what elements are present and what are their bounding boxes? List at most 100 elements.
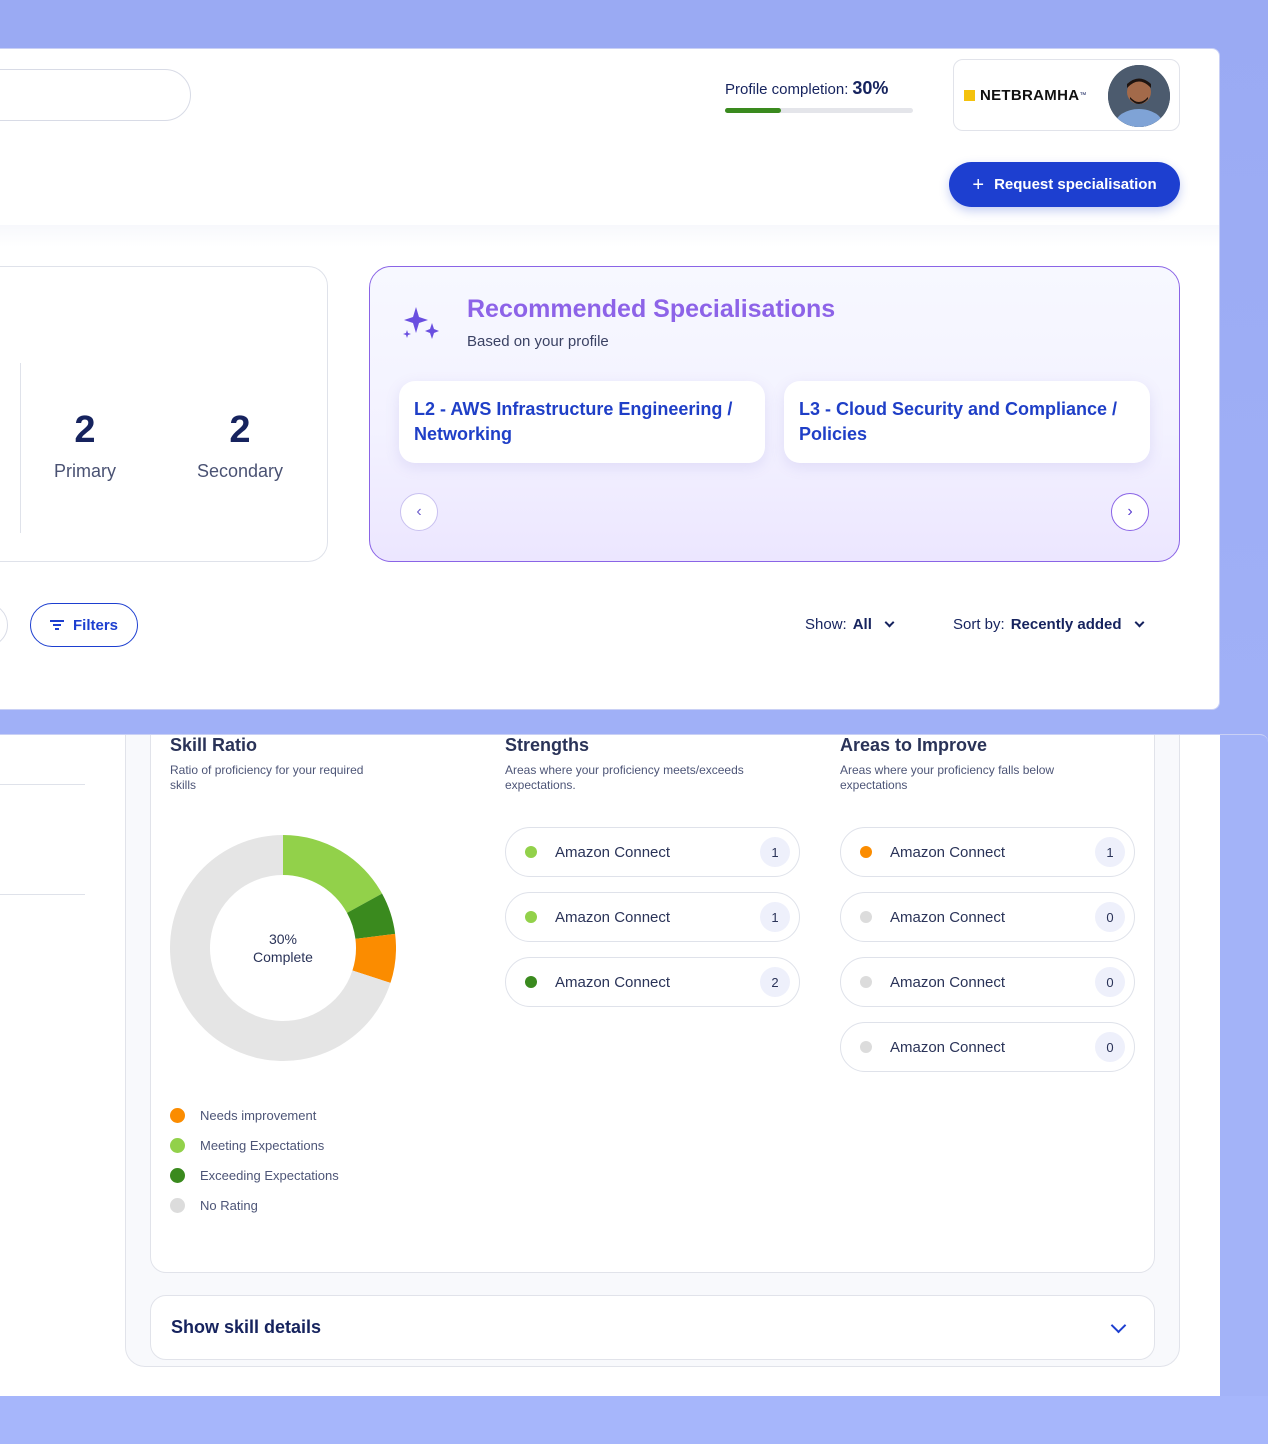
- chevron-right-icon: ›: [1127, 503, 1133, 520]
- filters-label: Filters: [72, 616, 118, 634]
- sort-value: Recently added: [1010, 616, 1122, 633]
- avatar[interactable]: [1108, 65, 1170, 127]
- legend-label: No Rating: [200, 1197, 258, 1213]
- donut-center: 30% Complete: [170, 835, 396, 1061]
- stats-divider: [20, 363, 21, 533]
- legend-label: Exceeding Expectations: [200, 1167, 339, 1183]
- right-gutter: [1220, 735, 1268, 1396]
- recommendation-card[interactable]: L2 - AWS Infrastructure Engineering / Ne…: [399, 381, 765, 463]
- skill-name: Amazon Connect: [890, 908, 1006, 926]
- skill-name: Amazon Connect: [890, 1038, 1006, 1056]
- chevron-left-icon: ‹: [416, 503, 422, 520]
- show-dropdown[interactable]: Show: All: [805, 616, 895, 633]
- profile-completion: Profile completion: 30%: [725, 78, 913, 113]
- skill-name: Amazon Connect: [555, 843, 671, 861]
- legend-label: Meeting Expectations: [200, 1137, 325, 1153]
- strengths-title: Strengths: [505, 735, 590, 755]
- profile-completion-value: 30%: [852, 78, 889, 98]
- status-dot: [860, 846, 872, 858]
- skill-ratio-donut: 30% Complete: [170, 835, 396, 1061]
- improve-subtitle: Areas where your proficiency falls below…: [840, 763, 1055, 792]
- account-card[interactable]: NETBRAMHA ™: [953, 59, 1180, 131]
- filter-icon: [49, 620, 64, 630]
- legend-item: Meeting Expectations: [170, 1130, 339, 1160]
- status-dot: [860, 911, 872, 923]
- skill-name: Amazon Connect: [555, 908, 671, 926]
- brand-tm: ™: [1079, 92, 1087, 99]
- skill-count-badge: 1: [760, 837, 790, 867]
- header-divider: [0, 225, 1219, 247]
- chevron-down-icon: [1134, 617, 1145, 628]
- legend-swatch: [170, 1197, 185, 1213]
- show-label: Show:: [805, 616, 847, 633]
- skill-count-badge: 1: [760, 902, 790, 932]
- show-skill-details-toggle[interactable]: Show skill details: [150, 1295, 1155, 1360]
- profile-progress-fill: [725, 108, 782, 113]
- previous-button[interactable]: ‹: [400, 493, 438, 531]
- skill-name: Amazon Connect: [555, 973, 671, 991]
- filters-button[interactable]: Filters: [30, 603, 138, 647]
- secondary-stat: 2 Secondary: [180, 407, 300, 482]
- next-button[interactable]: ›: [1111, 493, 1149, 531]
- recommendation-label: L2 - AWS Infrastructure Engineering / Ne…: [414, 399, 733, 444]
- skill-name: Amazon Connect: [890, 843, 1006, 861]
- profile-progress-bar: [725, 108, 913, 113]
- skill-count-badge: 0: [1095, 967, 1125, 997]
- legend-swatch: [170, 1167, 185, 1183]
- status-dot: [860, 976, 872, 988]
- brand-logo: NETBRAMHA ™: [964, 87, 1086, 104]
- request-specialisation-button[interactable]: + Request specialisation: [949, 162, 1180, 207]
- brand-logo-mark: [964, 90, 975, 101]
- improve-title: Areas to Improve: [840, 735, 988, 755]
- legend-item: No Rating: [170, 1190, 339, 1220]
- legend-swatch: [170, 1137, 185, 1153]
- skill-count-badge: 1: [1095, 837, 1125, 867]
- strength-item[interactable]: Amazon Connect 1: [505, 892, 800, 942]
- legend-item: Needs improvement: [170, 1100, 339, 1130]
- show-skill-details-label: Show skill details: [171, 1317, 322, 1337]
- status-dot: [525, 976, 537, 988]
- donut-center-label: Complete: [253, 949, 313, 965]
- bottom-panel: Skill Ratio Ratio of proficiency for you…: [0, 734, 1268, 1396]
- show-value: All: [852, 616, 872, 633]
- improve-item[interactable]: Amazon Connect 1: [840, 827, 1135, 877]
- recommended-title: Recommended Specialisations: [467, 295, 836, 323]
- sparkle-icon: [403, 307, 439, 339]
- primary-stat: 2 Primary: [25, 407, 145, 482]
- secondary-count: 2: [229, 409, 251, 451]
- primary-count: 2: [74, 409, 96, 451]
- status-dot: [525, 911, 537, 923]
- legend-label: Needs improvement: [200, 1107, 317, 1123]
- profile-completion-label: Profile completion:: [725, 81, 849, 98]
- improve-item[interactable]: Amazon Connect 0: [840, 957, 1135, 1007]
- list-divider: [0, 784, 85, 785]
- recommendation-label: L3 - Cloud Security and Compliance / Pol…: [799, 399, 1118, 444]
- skill-ratio-subtitle: Ratio of proficiency for your required s…: [170, 763, 364, 792]
- secondary-label: Secondary: [196, 461, 284, 481]
- brand-name: NETBRAMHA: [980, 87, 1080, 104]
- list-divider: [0, 894, 85, 895]
- donut-center-value: 30%: [268, 931, 298, 947]
- specialisation-stats-card: 2 Primary 2 Secondary: [0, 266, 328, 562]
- chevron-down-icon: [1110, 1317, 1127, 1334]
- chart-legend: Needs improvement Meeting Expectations E…: [170, 1100, 339, 1220]
- recommended-subtitle: Based on your profile: [467, 333, 609, 350]
- legend-swatch: [170, 1107, 185, 1123]
- strength-item[interactable]: Amazon Connect 2: [505, 957, 800, 1007]
- skill-ratio-title: Skill Ratio: [170, 735, 258, 755]
- status-dot: [525, 846, 537, 858]
- top-panel: Profile completion: 30% NETBRAMHA ™ + Requ…: [0, 48, 1220, 710]
- sort-dropdown[interactable]: Sort by: Recently added: [953, 616, 1145, 633]
- improve-item[interactable]: Amazon Connect 0: [840, 1022, 1135, 1072]
- recommended-specialisations-card: Recommended Specialisations Based on you…: [369, 266, 1180, 562]
- search-input[interactable]: [0, 69, 191, 121]
- recommendation-card[interactable]: L3 - Cloud Security and Compliance / Pol…: [784, 381, 1150, 463]
- avatar-image: [1108, 65, 1170, 127]
- primary-label: Primary: [54, 461, 116, 481]
- sort-toggle-button[interactable]: [0, 603, 8, 647]
- request-specialisation-label: Request specialisation: [994, 176, 1157, 193]
- strength-item[interactable]: Amazon Connect 1: [505, 827, 800, 877]
- skill-count-badge: 0: [1095, 902, 1125, 932]
- legend-item: Exceeding Expectations: [170, 1160, 339, 1190]
- improve-item[interactable]: Amazon Connect 0: [840, 892, 1135, 942]
